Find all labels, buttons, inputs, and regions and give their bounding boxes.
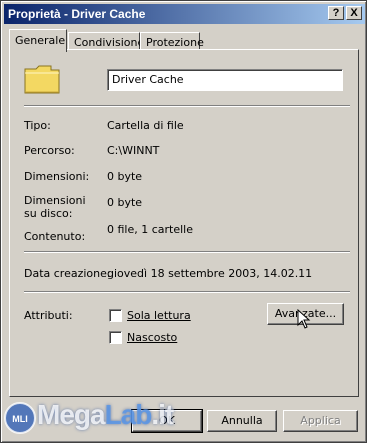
readonly-label[interactable]: Sola lettura	[127, 309, 191, 322]
readonly-label-text: Sola lettura	[127, 309, 191, 322]
wm-part3: .it	[151, 399, 174, 430]
watermark-text: MegaLab.it	[37, 399, 174, 431]
general-tab-panel: Driver Cache Tipo: Cartella di file Perc…	[9, 49, 359, 397]
type-label: Tipo:	[24, 119, 51, 132]
folder-name-field[interactable]: Driver Cache	[107, 69, 343, 91]
megalab-logo-icon: MLI	[4, 402, 36, 434]
window-title: Proprietà - Driver Cache	[8, 7, 146, 21]
path-value: C:\WINNT	[107, 144, 160, 157]
created-value: giovedì 18 settembre 2003, 14.02.11	[107, 267, 313, 280]
folder-icon	[24, 65, 60, 94]
cancel-button-label: Annulla	[221, 414, 263, 427]
size-label: Dimensioni:	[24, 170, 90, 183]
hidden-label-text: Nascosto	[127, 331, 178, 344]
tab-label: Protezione	[146, 36, 204, 49]
size-on-disk-label-line2: su disco:	[24, 207, 73, 220]
wm-part1: Mega	[37, 399, 106, 430]
apply-button[interactable]: Applica	[283, 410, 358, 432]
size-value: 0 byte	[107, 170, 143, 183]
properties-dialog: Proprietà - Driver Cache ? X Generale Co…	[0, 0, 367, 443]
type-value: Cartella di file	[107, 119, 184, 132]
contents-value: 0 file, 1 cartelle	[107, 223, 194, 236]
separator	[24, 105, 350, 107]
hidden-checkbox[interactable]	[109, 331, 122, 344]
separator	[24, 251, 350, 253]
tab-label: Generale	[15, 34, 66, 47]
contents-label: Contenuto:	[24, 230, 86, 243]
size-on-disk-label-line1: Dimensioni	[24, 194, 86, 207]
logo-text: MLI	[12, 414, 28, 424]
created-label: Data creazione:	[24, 267, 111, 280]
tab-label: Condivisione	[74, 36, 145, 49]
path-label: Percorso:	[24, 144, 75, 157]
readonly-checkbox[interactable]	[109, 309, 122, 322]
mouse-cursor-icon	[297, 309, 311, 329]
attributes-label: Attributi:	[24, 309, 73, 322]
hidden-label[interactable]: Nascosto	[127, 331, 177, 344]
tab-generale[interactable]: Generale	[9, 29, 67, 52]
close-button[interactable]: X	[346, 6, 362, 20]
help-button[interactable]: ?	[328, 6, 344, 20]
apply-button-label: Applica	[300, 414, 341, 427]
size-on-disk-value: 0 byte	[107, 196, 143, 209]
cancel-button[interactable]: Annulla	[207, 410, 277, 432]
separator	[24, 291, 350, 293]
wm-part2: Lab	[104, 399, 153, 430]
megalab-watermark: MLI MegaLab.it	[1, 393, 201, 441]
title-bar[interactable]: Proprietà - Driver Cache ? X	[4, 4, 365, 24]
